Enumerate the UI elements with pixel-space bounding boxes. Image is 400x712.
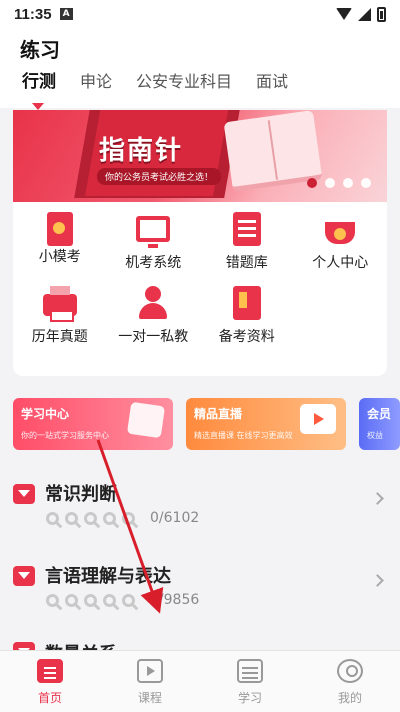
grid-label: 机考系统 xyxy=(125,255,182,271)
study-icon xyxy=(237,659,263,683)
carousel-dot[interactable] xyxy=(307,178,317,188)
nav-profile[interactable]: 我的 xyxy=(300,651,400,712)
nav-home[interactable]: 首页 xyxy=(0,651,100,712)
monitor-icon xyxy=(136,216,171,248)
nav-label: 学习 xyxy=(237,691,262,705)
grid-item-private-tutor[interactable]: 一对一私教 xyxy=(107,286,201,346)
profile-icon xyxy=(337,659,363,683)
key-icon xyxy=(81,509,100,528)
person-icon xyxy=(136,286,171,320)
certificate-icon xyxy=(46,212,73,246)
banner[interactable]: 指南针 你的公务员考试必胜之选！ xyxy=(13,110,387,202)
carousel-dot[interactable] xyxy=(325,178,335,188)
grid-item-computer-exam[interactable]: 机考系统 xyxy=(107,212,201,272)
status-right xyxy=(336,6,386,22)
section-verbal[interactable]: 言语理解与表达 0/9856 xyxy=(0,562,400,632)
nav-course[interactable]: 课程 xyxy=(100,651,200,712)
carousel-dots xyxy=(307,178,371,188)
grid-label: 备考资料 xyxy=(218,329,275,345)
wifi-icon xyxy=(336,8,352,20)
section-common-sense[interactable]: 常识判断 0/6102 xyxy=(0,480,400,550)
grid-label: 错题库 xyxy=(225,255,268,271)
carousel-dot[interactable] xyxy=(361,178,371,188)
promo-member[interactable]: 会员 权益 xyxy=(359,398,400,450)
nav-label: 我的 xyxy=(337,691,362,705)
chevron-right-icon xyxy=(371,492,384,505)
tv-play-icon xyxy=(300,404,336,434)
signal-icon xyxy=(358,7,371,21)
header: 练习 行测 申论 公安专业科目 面试 xyxy=(0,28,400,110)
section-progress: 0/6102 xyxy=(150,510,200,526)
carousel-dot[interactable] xyxy=(343,178,353,188)
grid-label: 小模考 xyxy=(38,249,81,265)
tab-shenlun[interactable]: 申论 xyxy=(68,68,124,104)
difficulty-keys xyxy=(43,591,138,610)
grid-item-past-papers[interactable]: 历年真题 xyxy=(13,286,107,346)
key-icon xyxy=(43,509,62,528)
course-icon xyxy=(137,659,163,683)
crown-icon xyxy=(323,212,358,246)
main-card: 指南针 你的公务员考试必胜之选！ 小模考 机考系统 错题库 个人中心 历年真题 xyxy=(13,110,387,376)
nav-label: 首页 xyxy=(37,691,62,705)
key-icon xyxy=(119,509,138,528)
tab-xingce[interactable]: 行测 xyxy=(0,68,68,110)
promo-subtitle: 权益 xyxy=(367,431,383,440)
promo-row: 学习中心 你的一站式学习服务中心 精品直播 精选直播课 在线学习更高效 会员 权… xyxy=(13,398,400,452)
home-icon xyxy=(37,659,63,683)
grid-label: 个人中心 xyxy=(312,255,369,271)
key-icon xyxy=(100,591,119,610)
grid-label: 历年真题 xyxy=(31,329,88,345)
tab-police-subject[interactable]: 公安专业科目 xyxy=(124,68,244,104)
bottom-nav: 首页 课程 学习 我的 xyxy=(0,650,400,712)
tab-bar: 行测 申论 公安专业科目 面试 xyxy=(0,68,300,110)
promo-title: 会员 xyxy=(367,407,392,421)
calendar-icon xyxy=(126,401,166,439)
collapse-icon[interactable] xyxy=(13,484,35,504)
collapse-icon[interactable] xyxy=(13,566,35,586)
key-icon xyxy=(119,591,138,610)
promo-subtitle: 你的一站式学习服务中心 xyxy=(21,431,109,440)
difficulty-keys xyxy=(43,509,138,528)
page-title: 练习 xyxy=(20,38,60,62)
key-icon xyxy=(81,591,100,610)
grid-item-wrong-questions[interactable]: 错题库 xyxy=(200,212,294,272)
book-icon xyxy=(232,286,261,320)
promo-title: 精品直播 xyxy=(194,407,243,421)
status-time: 11:35 xyxy=(14,5,52,23)
banner-subtitle: 你的公务员考试必胜之选！ xyxy=(97,168,222,185)
key-icon xyxy=(62,509,81,528)
status-bar: 11:35 A xyxy=(0,0,400,28)
nav-study[interactable]: 学习 xyxy=(200,651,300,712)
grid-item-personal-center[interactable]: 个人中心 xyxy=(294,212,388,272)
key-icon xyxy=(43,591,62,610)
printer-icon xyxy=(42,286,77,322)
section-title: 言语理解与表达 xyxy=(45,566,171,587)
grid-item-mock-exam[interactable]: 小模考 xyxy=(13,212,107,272)
clipboard-list-icon xyxy=(232,212,261,246)
promo-title: 学习中心 xyxy=(21,407,70,421)
key-icon xyxy=(62,591,81,610)
promo-live[interactable]: 精品直播 精选直播课 在线学习更高效 xyxy=(186,398,346,450)
nav-label: 课程 xyxy=(137,691,162,705)
banner-title: 指南针 xyxy=(99,136,184,166)
feature-grid: 小模考 机考系统 错题库 个人中心 历年真题 一对一私教 备考资料 xyxy=(13,212,387,346)
notification-icon: A xyxy=(59,8,73,20)
promo-study-center[interactable]: 学习中心 你的一站式学习服务中心 xyxy=(13,398,173,450)
key-icon xyxy=(100,509,119,528)
battery-icon xyxy=(377,6,386,22)
grid-label: 一对一私教 xyxy=(118,329,189,345)
section-title: 常识判断 xyxy=(45,484,117,505)
chevron-right-icon xyxy=(371,574,384,587)
promo-subtitle: 精选直播课 在线学习更高效 xyxy=(194,431,293,440)
section-progress: 0/9856 xyxy=(150,592,200,608)
grid-item-study-materials[interactable]: 备考资料 xyxy=(200,286,294,346)
tab-interview[interactable]: 面试 xyxy=(244,68,300,104)
